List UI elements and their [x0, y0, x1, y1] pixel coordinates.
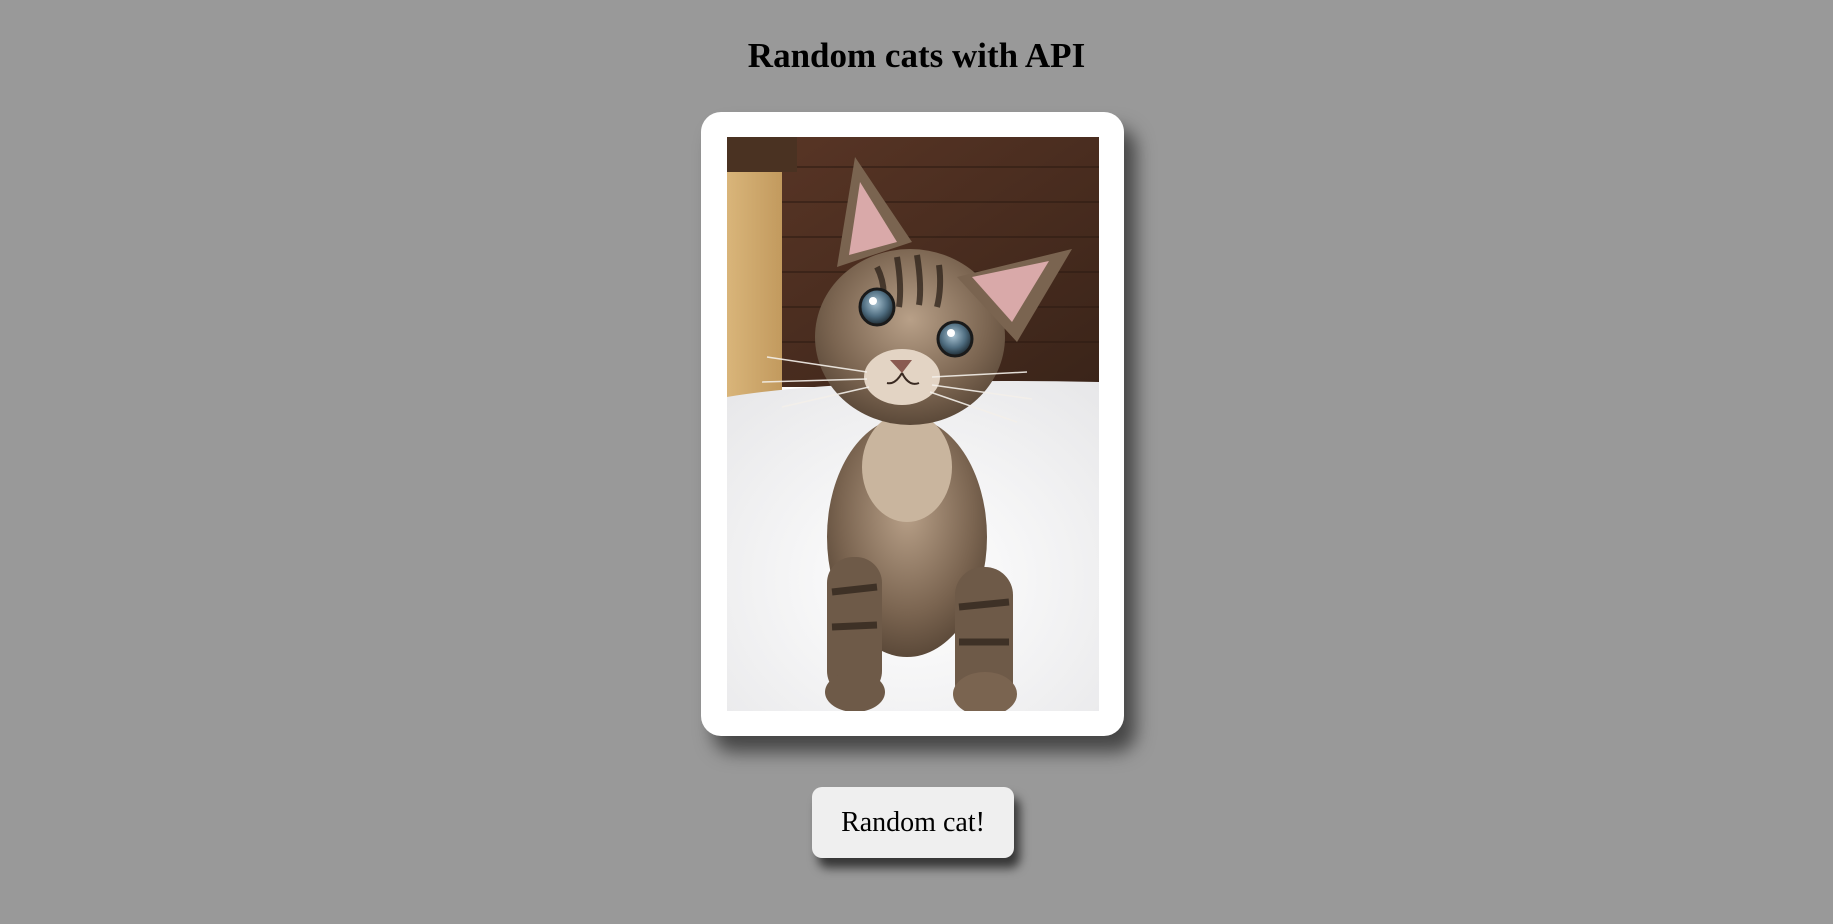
- cat-image: [727, 137, 1099, 711]
- cat-card: [701, 112, 1124, 736]
- page-title: Random cats with API: [747, 36, 1086, 75]
- random-cat-button[interactable]: Random cat!: [812, 787, 1014, 858]
- cat-image-illustration: [727, 137, 1099, 711]
